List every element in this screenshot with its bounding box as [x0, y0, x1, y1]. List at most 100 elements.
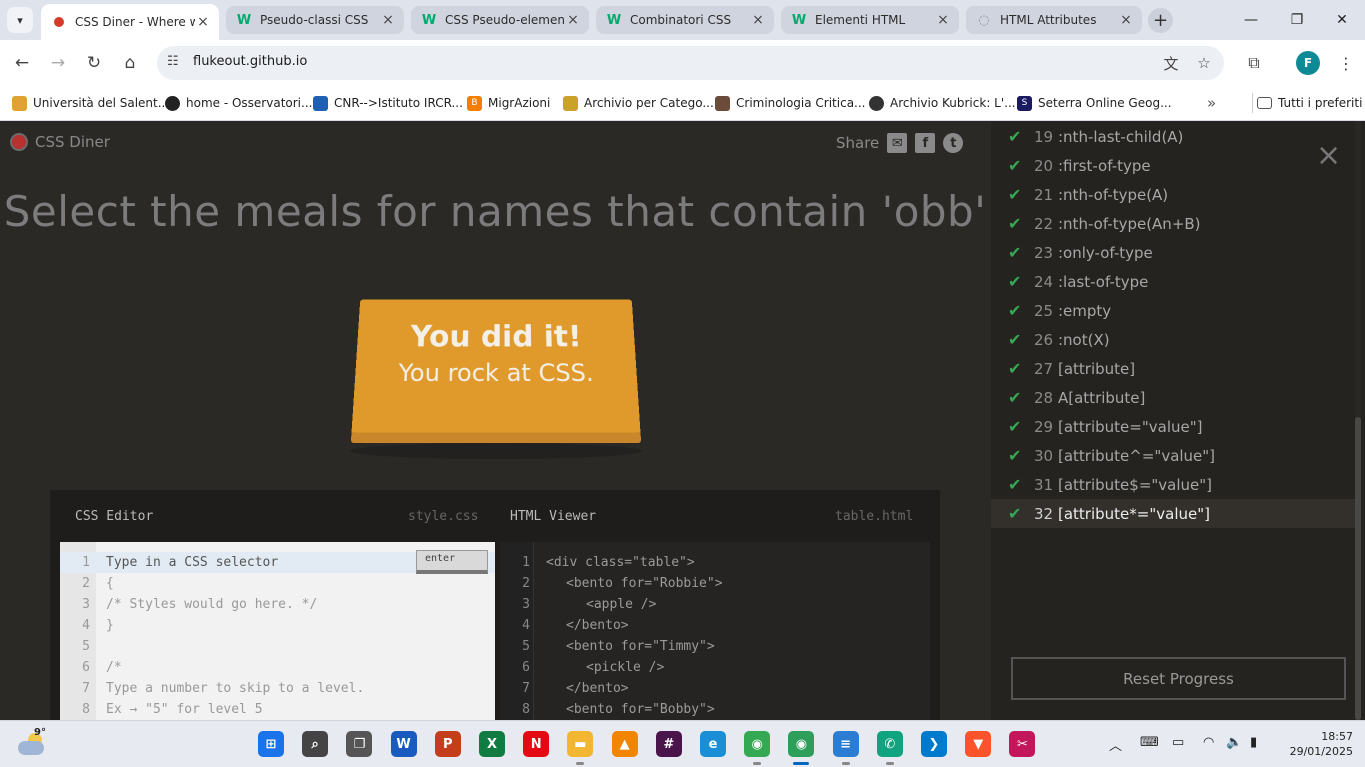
system-clock[interactable]: 18:57 29/01/2025 — [1281, 729, 1353, 759]
star-icon[interactable]: ☆ — [1193, 52, 1215, 74]
taskbar-edge-button[interactable]: e — [700, 731, 726, 757]
chevron-up-icon[interactable]: ︿ — [1109, 735, 1122, 754]
level-item[interactable]: ✔ 30 [attribute^="value"] — [991, 441, 1361, 470]
tab-pseudo-classi[interactable]: W Pseudo-classi CSS × — [226, 6, 404, 34]
level-item[interactable]: ✔ 29 [attribute="value"] — [991, 412, 1361, 441]
twitter-icon[interactable]: t — [943, 133, 964, 153]
level-item[interactable]: ✔ 19:nth-last-child(A) — [991, 122, 1361, 151]
bookmark-item[interactable]: CNR-->Istituto IRCR... — [313, 93, 463, 113]
bookmark-item[interactable]: Università del Salent... — [12, 93, 169, 113]
bookmark-item[interactable]: B MigrAzioni — [467, 93, 550, 113]
wifi-icon[interactable]: ◠ — [1203, 735, 1214, 750]
back-button[interactable]: ← — [9, 50, 35, 76]
tab-search-button[interactable]: ▾ — [7, 7, 33, 33]
translate-icon[interactable]: 文 — [1160, 52, 1182, 74]
taskbar-brave-button[interactable]: ▼ — [965, 731, 992, 757]
display-icon[interactable]: ▭ — [1172, 735, 1184, 750]
taskbar-chrome-profile-button[interactable]: ◉ — [788, 731, 815, 765]
level-item[interactable]: ✔ 26:not(X) — [991, 325, 1361, 354]
close-icon[interactable]: × — [195, 14, 211, 30]
extensions-button[interactable]: ⧉ — [1241, 50, 1267, 76]
tab-combinatori[interactable]: W Combinatori CSS × — [596, 6, 774, 34]
weather-widget[interactable]: 9° — [18, 727, 48, 759]
html-viewer[interactable]: 1 <div class="table"> 2 <bento for="Robbie"… — [500, 542, 930, 720]
battery-icon[interactable]: ▮ — [1250, 735, 1257, 750]
level-item[interactable]: ✔ 31 [attribute$="value"] — [991, 470, 1361, 499]
code-text[interactable]: Type in a CSS selector — [106, 552, 278, 573]
level-item[interactable]: ✔ 24:last-of-type — [991, 267, 1361, 296]
taskbar-whatsapp-button[interactable]: ✆ — [876, 731, 903, 765]
taskbar-snipping-tool-button[interactable]: ✂ — [1009, 731, 1036, 757]
menu-button[interactable]: ⋮ — [1333, 50, 1359, 76]
markup-line[interactable]: 5 <bento for="Timmy"> — [500, 636, 930, 657]
scrollbar-thumb[interactable] — [1355, 417, 1361, 720]
reload-button[interactable]: ↻ — [81, 50, 107, 76]
home-button[interactable]: ⌂ — [117, 50, 143, 76]
taskbar-excel-button[interactable]: X — [479, 731, 505, 757]
tab-elementi-html[interactable]: W Elementi HTML × — [781, 6, 959, 34]
enter-button[interactable]: enter — [416, 550, 488, 574]
site-info-icon[interactable]: ☷ — [167, 54, 179, 69]
forward-button[interactable]: → — [45, 50, 71, 76]
taskbar-netflix-button[interactable]: N — [523, 731, 550, 757]
close-icon[interactable]: × — [750, 12, 766, 28]
bookmark-item[interactable]: Criminologia Critica... — [715, 93, 866, 113]
new-tab-button[interactable]: + — [1148, 8, 1173, 33]
tab-html-attributes[interactable]: ◌ HTML Attributes × — [966, 6, 1142, 34]
markup-line[interactable]: 1 <div class="table"> — [500, 552, 930, 573]
taskbar-vlc-button[interactable]: ▲ — [611, 731, 638, 757]
taskbar-word-button[interactable]: W — [390, 731, 417, 757]
facebook-icon[interactable]: f — [915, 133, 936, 153]
taskbar-chrome-button[interactable]: ◉ — [744, 731, 771, 765]
close-icon[interactable]: × — [1316, 141, 1341, 171]
level-item[interactable]: ✔ 28 A[attribute] — [991, 383, 1361, 412]
level-item[interactable]: ✔ 21:nth-of-type(A) — [991, 180, 1361, 209]
address-bar[interactable]: ☷ flukeout.github.io 文 ☆ — [157, 46, 1224, 80]
bookmark-item[interactable]: Archivio per Catego... — [563, 93, 714, 113]
markup-line[interactable]: 7 </bento> — [500, 678, 930, 699]
minimize-button[interactable]: — — [1228, 0, 1274, 40]
url-text[interactable]: flukeout.github.io — [193, 54, 307, 69]
level-item[interactable]: ✔ 27 [attribute] — [991, 354, 1361, 383]
markup-line[interactable]: 3 <apple /> — [500, 594, 930, 615]
bookmark-item[interactable]: Archivio Kubrick: L'... — [869, 93, 1016, 113]
close-window-button[interactable]: ✕ — [1319, 0, 1365, 40]
level-item[interactable]: ✔ 20:first-of-type — [991, 151, 1361, 180]
level-item[interactable]: ✔ 32 [attribute*="value"] — [991, 499, 1361, 528]
bookmark-item[interactable]: home - Osservatori... — [165, 93, 312, 113]
markup-line[interactable]: 2 <bento for="Robbie"> — [500, 573, 930, 594]
taskbar-notepad-button[interactable]: ≡ — [832, 731, 859, 765]
level-item[interactable]: ✔ 23:only-of-type — [991, 238, 1361, 267]
code-line: 6 /* — [60, 657, 495, 678]
restore-button[interactable]: ❐ — [1274, 0, 1320, 40]
close-icon[interactable]: × — [1118, 12, 1134, 28]
bookmark-item[interactable]: S Seterra Online Geog... — [1017, 93, 1172, 113]
email-icon[interactable]: ✉ — [887, 133, 908, 153]
close-icon[interactable]: × — [380, 12, 396, 28]
taskbar-powerpoint-button[interactable]: P — [434, 731, 461, 757]
markup-line[interactable]: 6 <pickle /> — [500, 657, 930, 678]
close-icon[interactable]: × — [565, 12, 581, 28]
keyboard-icon[interactable]: ⌨ — [1140, 735, 1159, 750]
level-item[interactable]: ✔ 22:nth-of-type(An+B) — [991, 209, 1361, 238]
level-item[interactable]: ✔ 25:empty — [991, 296, 1361, 325]
profile-avatar[interactable]: F — [1296, 51, 1320, 75]
all-bookmarks-button[interactable]: Tutti i preferiti — [1252, 93, 1362, 113]
markup-line[interactable]: 8 <bento for="Bobby"> — [500, 699, 930, 720]
taskbar-file-explorer-button[interactable]: ▬ — [567, 731, 594, 765]
taskbar-task-view-button[interactable]: ❐ — [346, 731, 373, 757]
taskbar-start-button[interactable]: ⊞ — [258, 731, 284, 757]
logo[interactable]: CSS Diner — [10, 133, 110, 151]
more-bookmarks-button[interactable]: » — [1207, 93, 1216, 113]
volume-icon[interactable]: 🔈 — [1226, 735, 1242, 750]
tab-pseudo-elements[interactable]: W CSS Pseudo-elements × — [411, 6, 589, 34]
taskbar-search-button[interactable]: ⌕ — [302, 731, 329, 757]
taskbar-vscode-button[interactable]: ❯ — [921, 731, 947, 757]
tab-css-diner[interactable]: CSS Diner - Where we × — [41, 4, 219, 40]
code-line: 5 — [60, 636, 495, 657]
markup-line[interactable]: 4 </bento> — [500, 615, 930, 636]
close-icon[interactable]: × — [935, 12, 951, 28]
taskbar-slack-button[interactable]: # — [655, 731, 682, 757]
css-editor[interactable]: 1 Type in a CSS selector 2{3/* Styles woul… — [60, 542, 495, 720]
reset-progress-button[interactable]: Reset Progress — [1011, 657, 1346, 700]
